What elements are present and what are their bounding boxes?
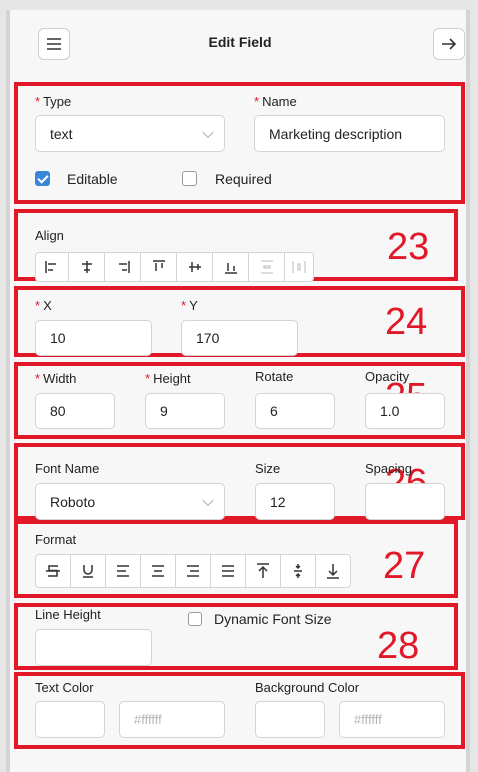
- spacing-label: Spacing: [365, 461, 412, 476]
- align-label: Align: [35, 228, 64, 243]
- align-center-h-button[interactable]: [68, 252, 105, 282]
- underline-icon: [83, 565, 93, 578]
- align-button-group: [35, 252, 314, 282]
- align-bottom-button[interactable]: [212, 252, 249, 282]
- line-height-input[interactable]: [35, 629, 152, 666]
- vertical-align-bottom-button[interactable]: [315, 554, 351, 588]
- align-right-button[interactable]: [104, 252, 141, 282]
- required-checkbox[interactable]: [182, 171, 197, 186]
- editable-label: Editable: [67, 171, 118, 187]
- panel-right-edge: [466, 10, 470, 772]
- size-input[interactable]: 12: [255, 483, 335, 520]
- format-label: Format: [35, 532, 77, 547]
- dynamic-font-size-label: Dynamic Font Size: [214, 611, 332, 627]
- align-middle-v-button[interactable]: [176, 252, 213, 282]
- size-label: Size: [255, 461, 281, 476]
- background-color-swatch[interactable]: [255, 701, 325, 738]
- chevron-down-icon: [202, 494, 214, 506]
- section-23-number: 23: [387, 226, 430, 268]
- align-top-icon: [152, 260, 165, 271]
- text-align-right-icon: [187, 565, 199, 577]
- align-middle-v-icon: [188, 262, 201, 272]
- text-align-center-button[interactable]: [140, 554, 176, 588]
- next-button[interactable]: [433, 28, 465, 60]
- spacing-input[interactable]: [365, 483, 445, 520]
- chevron-down-icon: [202, 126, 214, 138]
- x-input[interactable]: 10: [35, 320, 152, 356]
- format-button-group: [35, 554, 351, 588]
- distribute-v-icon: [260, 260, 273, 274]
- text-justify-button[interactable]: [210, 554, 246, 588]
- required-label: Required: [215, 171, 272, 187]
- text-align-left-icon: [117, 565, 129, 577]
- vertical-align-top-button[interactable]: [245, 554, 281, 588]
- y-input[interactable]: 170: [181, 320, 298, 356]
- vertical-align-bottom-icon: [327, 564, 339, 579]
- editable-checkbox[interactable]: [35, 171, 50, 186]
- font-name-label: Font Name: [35, 461, 100, 476]
- type-label: * Type: [35, 94, 72, 109]
- background-color-input[interactable]: #ffffff: [339, 701, 445, 738]
- align-right-icon: [118, 261, 130, 273]
- section-24-number: 24: [385, 301, 428, 343]
- font-name-select[interactable]: Roboto: [35, 483, 225, 520]
- text-justify-icon: [222, 565, 234, 577]
- vertical-align-middle-icon: [294, 564, 302, 578]
- strikethrough-icon: [46, 565, 60, 577]
- height-input[interactable]: 9: [145, 393, 225, 429]
- align-top-button[interactable]: [140, 252, 177, 282]
- name-input[interactable]: Marketing description: [254, 115, 445, 152]
- opacity-label: Opacity: [365, 369, 410, 384]
- distribute-v-button[interactable]: [248, 252, 285, 282]
- opacity-input[interactable]: 1.0: [365, 393, 445, 429]
- text-align-left-button[interactable]: [105, 554, 141, 588]
- height-label: * Height: [145, 371, 191, 386]
- hamburger-icon: [47, 38, 61, 50]
- menu-button[interactable]: [38, 28, 70, 60]
- align-left-button[interactable]: [35, 252, 69, 282]
- text-color-swatch[interactable]: [35, 701, 105, 738]
- text-align-center-icon: [152, 565, 164, 577]
- x-label: * X: [35, 298, 52, 313]
- distribute-h-button[interactable]: [284, 252, 314, 282]
- page-title: Edit Field: [208, 34, 272, 50]
- align-left-icon: [45, 261, 56, 273]
- text-color-label: Text Color: [35, 680, 94, 695]
- background-color-label: Background Color: [255, 680, 360, 695]
- text-align-right-button[interactable]: [175, 554, 211, 588]
- width-input[interactable]: 80: [35, 393, 115, 429]
- align-center-h-icon: [81, 261, 92, 273]
- dynamic-font-size-checkbox[interactable]: [188, 612, 202, 626]
- name-label: * Name: [254, 94, 297, 109]
- arrow-right-icon: [442, 38, 456, 50]
- section-27-number: 27: [383, 545, 426, 587]
- distribute-h-icon: [292, 261, 306, 273]
- text-color-input[interactable]: #ffffff: [119, 701, 225, 738]
- section-28-number: 28: [377, 625, 420, 667]
- y-label: * Y: [181, 298, 198, 313]
- type-select[interactable]: text: [35, 115, 225, 152]
- rotate-label: Rotate: [255, 369, 294, 384]
- vertical-align-middle-button[interactable]: [280, 554, 316, 588]
- strikethrough-button[interactable]: [35, 554, 71, 588]
- width-label: * Width: [35, 371, 77, 386]
- underline-button[interactable]: [70, 554, 106, 588]
- align-bottom-icon: [224, 263, 237, 274]
- vertical-align-top-icon: [257, 563, 269, 578]
- rotate-input[interactable]: 6: [255, 393, 335, 429]
- line-height-label: Line Height: [35, 607, 101, 622]
